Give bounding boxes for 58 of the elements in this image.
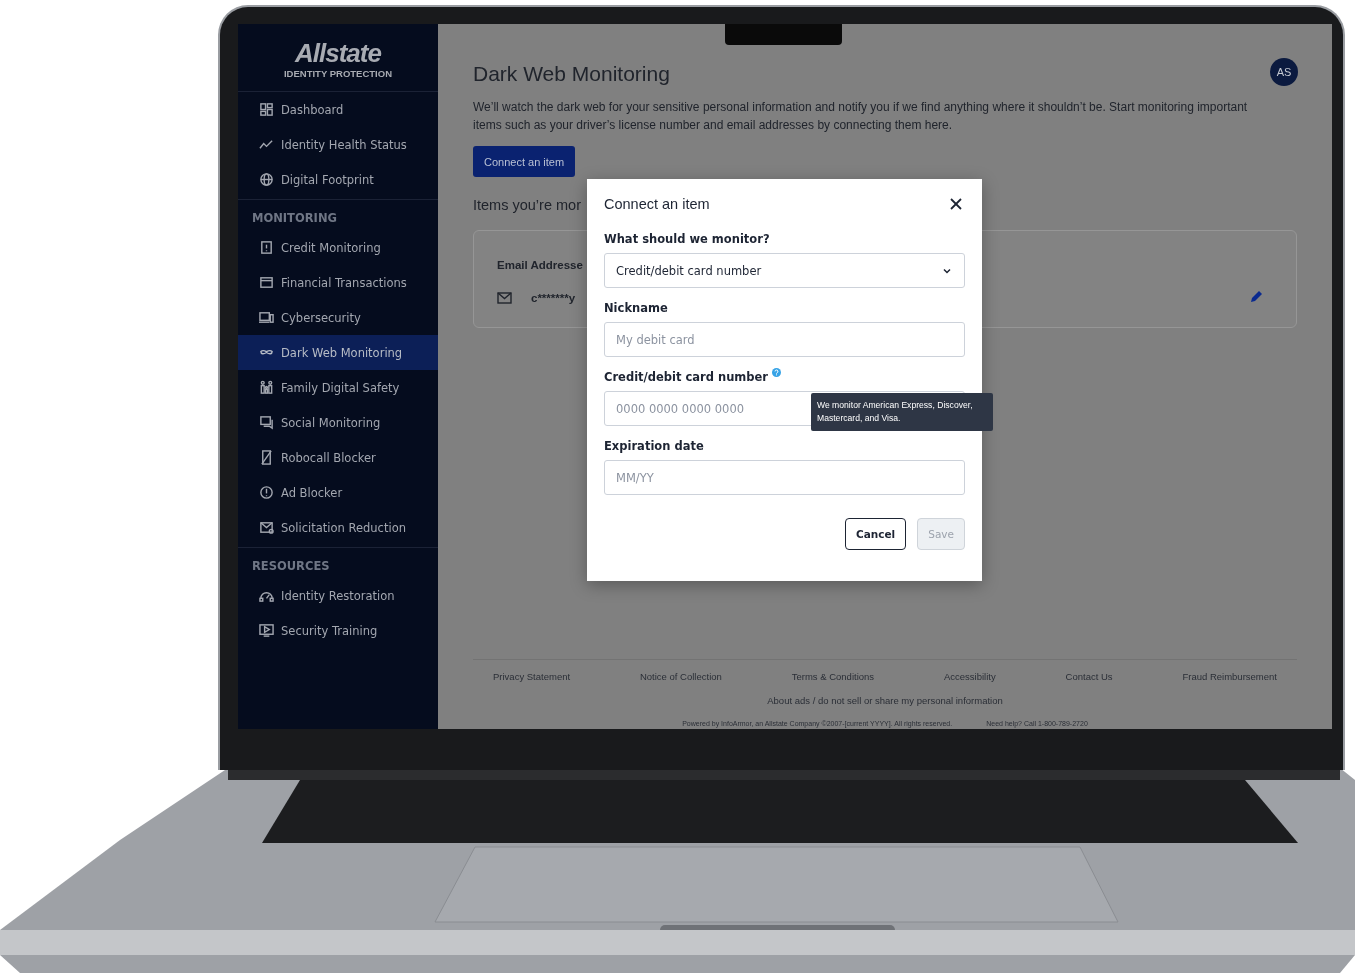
input-field[interactable]: MM/YY bbox=[604, 460, 965, 495]
footer-link[interactable]: Fraud Reimbursement bbox=[1182, 671, 1277, 682]
sidebar-item[interactable]: Social Monitoring bbox=[238, 405, 438, 440]
envelope-icon bbox=[259, 520, 274, 535]
footer-link[interactable]: Terms & Conditions bbox=[791, 671, 875, 682]
section-heading: MONITORING bbox=[251, 210, 338, 227]
connect-button[interactable]: Connect an item bbox=[473, 146, 576, 177]
sidebar-item[interactable]: Ad Blocker bbox=[238, 475, 438, 510]
card-icon bbox=[259, 275, 274, 290]
sidebar-item[interactable]: Dark Web Monitoring bbox=[238, 335, 438, 370]
cancel-button[interactable]: Cancel bbox=[845, 518, 907, 550]
masked-email: c*******y bbox=[531, 292, 576, 304]
people-icon bbox=[259, 380, 274, 395]
field-label: Expiration date bbox=[604, 439, 704, 453]
help-icon[interactable] bbox=[772, 368, 782, 377]
footer-link[interactable]: Contact Us bbox=[1065, 671, 1113, 682]
grid-icon bbox=[259, 102, 274, 117]
brand-logo: Allstate bbox=[295, 38, 381, 68]
card-label: Email Addresse bbox=[497, 259, 583, 271]
sidebar-item[interactable]: Cybersecurity bbox=[238, 300, 438, 335]
devices-icon bbox=[259, 310, 274, 325]
dialog-title: Connect an item bbox=[604, 196, 710, 212]
trend-line-icon bbox=[259, 137, 274, 152]
globe-icon bbox=[259, 172, 274, 187]
field-label: Nickname bbox=[604, 301, 668, 315]
section-heading: Items you’re mor bbox=[473, 197, 581, 213]
play-icon bbox=[259, 623, 274, 638]
page-description: We’ll watch the dark web for your sensitive personal information and notify you if we find anything where it shouldn’t be. Start monitoring important items such as your driver’s license number and email addresses by connecting them here. bbox=[473, 99, 1249, 134]
input-field[interactable]: My debit card bbox=[604, 322, 965, 357]
select-field[interactable]: Credit/debit card number bbox=[604, 253, 965, 288]
pencil-icon[interactable] bbox=[1250, 289, 1264, 303]
sidebar-item[interactable]: Dashboard bbox=[238, 92, 438, 127]
field-label: What should we monitor? bbox=[604, 232, 770, 246]
footer-link[interactable]: Notice of Collection bbox=[639, 671, 722, 682]
sidebar-item[interactable]: Solicitation Reduction bbox=[238, 510, 438, 545]
section-heading: RESOURCES bbox=[251, 558, 331, 575]
sidebar-item[interactable]: Identity Health Status bbox=[238, 127, 438, 162]
sidebar-item[interactable]: Robocall Blocker bbox=[238, 440, 438, 475]
field-label: Credit/debit card number bbox=[604, 370, 769, 384]
footer-link[interactable]: Privacy Statement bbox=[493, 671, 571, 682]
alert-icon bbox=[259, 485, 274, 500]
clipboard-icon bbox=[259, 240, 274, 255]
envelope-icon bbox=[497, 292, 512, 304]
footer-link[interactable]: Accessibility bbox=[943, 671, 996, 682]
page-title: Dark Web Monitoring bbox=[473, 62, 670, 86]
sidebar-item[interactable]: Digital Footprint bbox=[238, 162, 438, 197]
phone-icon bbox=[259, 450, 274, 465]
chat-icon bbox=[259, 415, 274, 430]
sidebar-item[interactable]: Financial Transactions bbox=[238, 265, 438, 300]
sidebar-item[interactable]: Security Training bbox=[238, 613, 438, 648]
tooltip: We monitor American Express, Discover, Mastercard, and Visa. bbox=[811, 393, 993, 431]
sidebar-item[interactable]: Family Digital Safety bbox=[238, 370, 438, 405]
sidebar-item[interactable]: Identity Restoration bbox=[238, 578, 438, 613]
close-icon[interactable] bbox=[950, 198, 962, 210]
user-avatar[interactable]: AS bbox=[1270, 57, 1298, 86]
sidebar-item[interactable]: Credit Monitoring bbox=[238, 230, 438, 265]
brand-tagline: IDENTITY PROTECTION bbox=[284, 68, 392, 79]
footer-link[interactable]: About ads / do not sell or share my personal information bbox=[767, 695, 1003, 706]
